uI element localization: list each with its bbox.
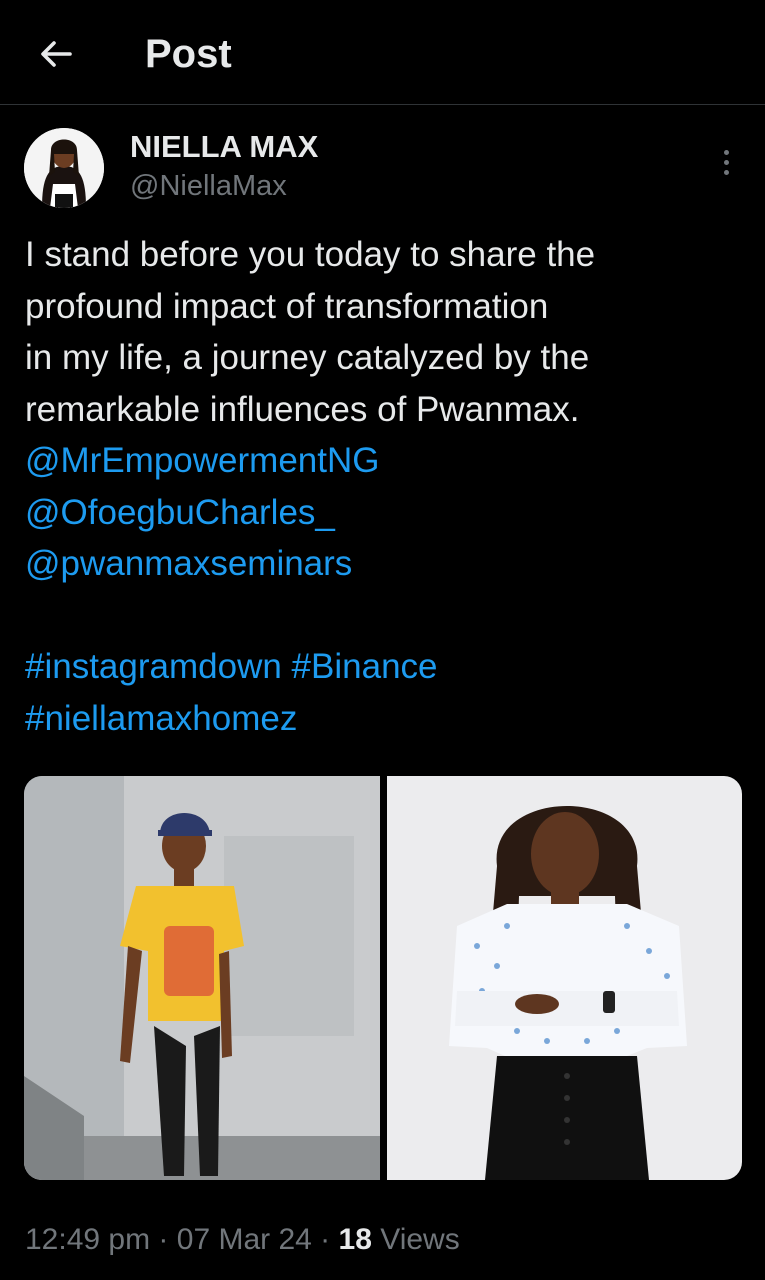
tweet-text: I stand before you today to share the pr… — [25, 229, 745, 744]
author-handle[interactable]: @NiellaMax — [130, 168, 287, 204]
more-dot — [723, 169, 729, 175]
tweet-line: I stand before you today to share the — [25, 235, 596, 274]
more-dot — [723, 149, 729, 155]
tweet-line: profound impact of transformation — [25, 286, 549, 326]
more-dot — [723, 159, 729, 165]
hashtag-link[interactable]: #Binance — [292, 647, 438, 686]
meta-separator: · — [150, 1223, 177, 1256]
post-date: 07 Mar 24 — [176, 1223, 312, 1256]
tweet-line: in my life, a journey catalyzed by the — [25, 338, 590, 377]
arrow-left-icon — [41, 41, 72, 67]
author-name[interactable]: NIELLA MAX — [130, 128, 318, 166]
photo-right[interactable] — [386, 776, 742, 1180]
tweet-line: remarkable influences of Pwanmax. — [25, 389, 580, 429]
mention-link[interactable]: @MrEmpowermentNG — [25, 441, 379, 480]
avatar[interactable] — [24, 128, 104, 208]
post-meta: 12:49 pm · 07 Mar 24 · 18 Views — [25, 1220, 460, 1260]
back-button[interactable] — [30, 28, 82, 80]
top-bar: Post — [0, 0, 765, 105]
mention-link[interactable]: @pwanmaxseminars — [25, 544, 352, 583]
mention-link[interactable]: @OfoegbuCharles_ — [25, 493, 335, 532]
views-count[interactable]: 18 — [339, 1223, 372, 1256]
post-time: 12:49 pm — [25, 1223, 151, 1256]
hashtag-link[interactable]: #niellamaxhomez — [25, 699, 297, 738]
more-options-button[interactable] — [706, 142, 746, 182]
hashtag-link[interactable]: #instagramdown — [25, 647, 282, 686]
media-grid — [24, 776, 742, 1180]
views-label: Views — [371, 1223, 460, 1256]
photo-left[interactable] — [24, 776, 380, 1180]
meta-separator: · — [311, 1223, 339, 1256]
page-title: Post — [145, 32, 232, 76]
